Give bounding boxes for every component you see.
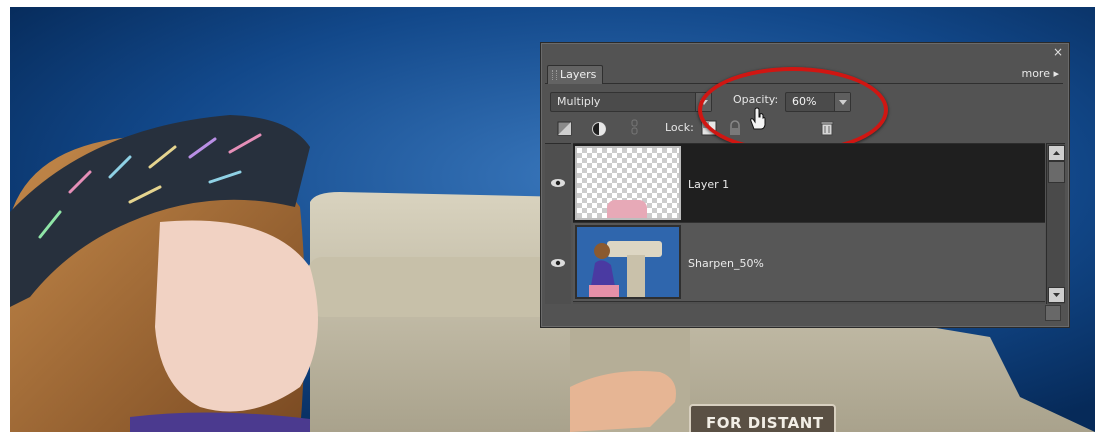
scroll-up-button[interactable] [1048, 145, 1065, 161]
layer-list-scrollbar[interactable] [1046, 143, 1065, 304]
link-icon[interactable] [627, 119, 643, 135]
new-layer-icon[interactable] [557, 121, 573, 137]
close-icon[interactable]: × [1053, 45, 1063, 59]
layer-thumbnail [575, 225, 681, 299]
layer-list: Layer 1 Sharpen_50% [573, 143, 1045, 304]
blend-mode-value: Multiply [557, 95, 601, 108]
layer-row[interactable]: Sharpen_50% [573, 223, 1045, 302]
layer-name: Sharpen_50% [688, 257, 764, 270]
tab-layers[interactable]: Layers [547, 65, 603, 84]
scroll-thumb[interactable] [1048, 161, 1065, 183]
blend-mode-select[interactable]: Multiply [550, 92, 712, 112]
highlight-ellipse [698, 67, 888, 153]
adjustment-layer-icon[interactable] [591, 121, 607, 137]
layer-thumbnail [575, 146, 681, 220]
chevron-up-icon [1053, 151, 1060, 155]
layers-panel: × Layers more ▸ Multiply Opacity: 60% Lo… [540, 42, 1070, 328]
tab-layers-label: Layers [560, 68, 597, 81]
more-menu-button[interactable]: more ▸ [1021, 67, 1059, 80]
sign-text: FOR DISTANT [706, 414, 824, 432]
layer-name: Layer 1 [688, 178, 730, 191]
resize-grip-icon[interactable] [1045, 305, 1061, 321]
lock-label: Lock: [665, 121, 694, 134]
layer-row[interactable]: Layer 1 [573, 144, 1045, 223]
visibility-column [545, 143, 571, 304]
chevron-down-icon [1053, 293, 1060, 297]
panel-footer [545, 305, 1063, 323]
eye-icon[interactable] [550, 178, 566, 188]
grip-icon [552, 70, 557, 80]
eye-icon[interactable] [550, 258, 566, 268]
scroll-down-button[interactable] [1048, 287, 1065, 303]
